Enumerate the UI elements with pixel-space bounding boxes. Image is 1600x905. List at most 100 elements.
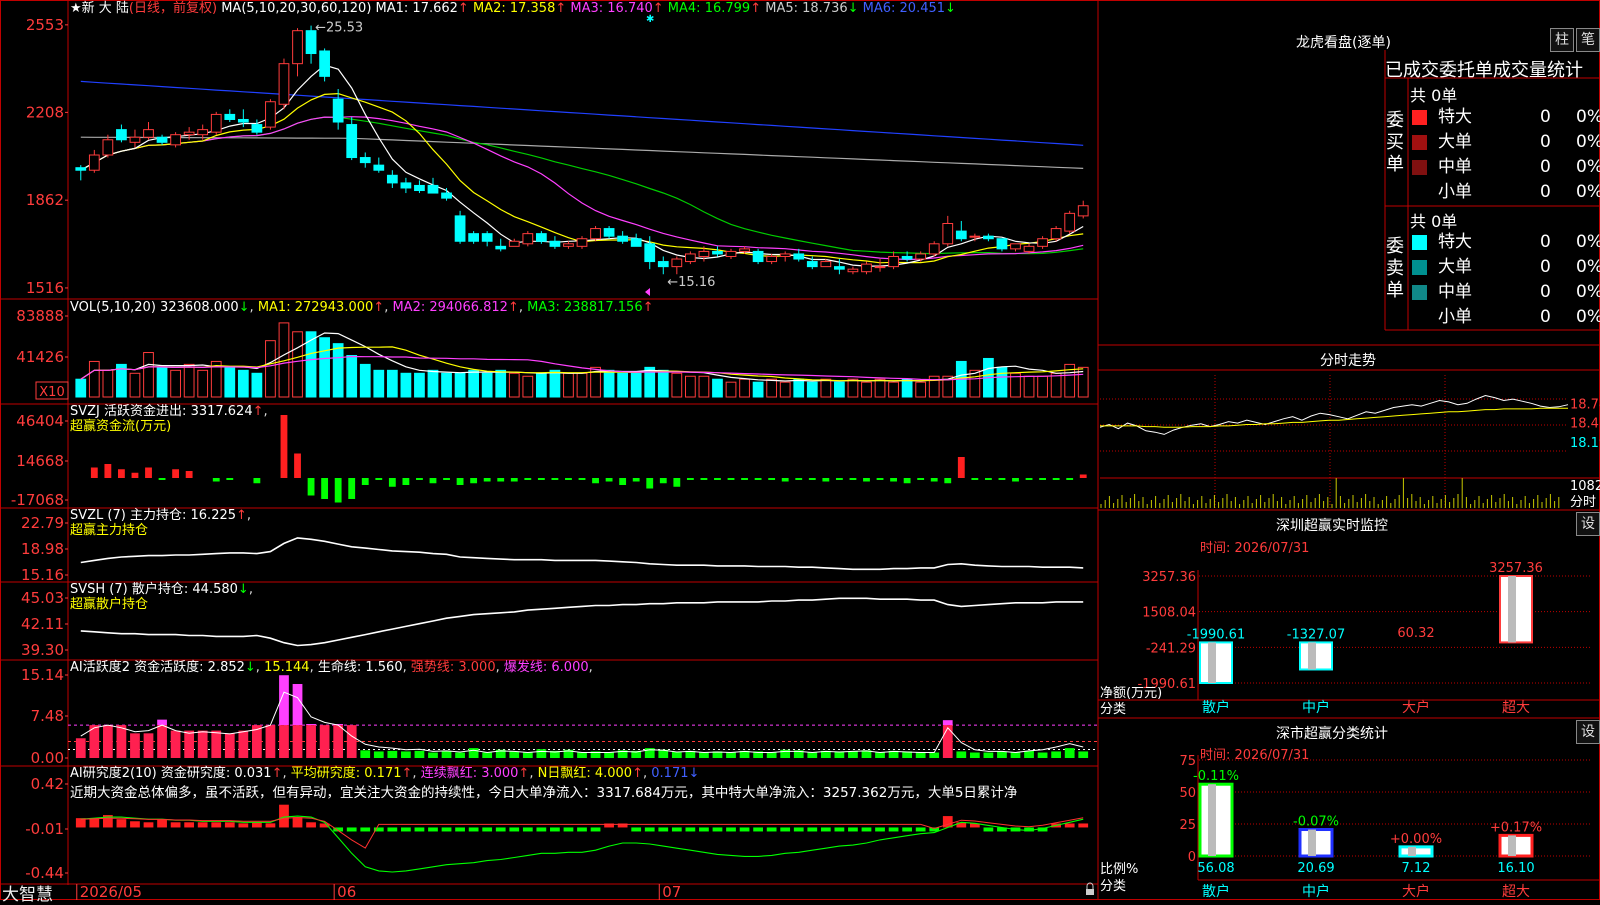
pct-category-label: 中户: [1302, 883, 1330, 900]
candle-body: [983, 235, 994, 240]
volume-bar: [725, 381, 737, 398]
order-color-swatch: [1412, 110, 1427, 125]
ai-bar: [306, 725, 316, 758]
vol-ma1-arrow: ↑: [373, 300, 385, 315]
aiy-bar: [983, 827, 994, 832]
volume-bar: [373, 369, 385, 398]
volume-bar: [88, 360, 100, 398]
volume-bar: [779, 381, 791, 398]
order-qty: 0: [1540, 182, 1551, 202]
flow-bar: [172, 469, 180, 478]
flow-sub: 超赢资金流(万元): [70, 419, 172, 434]
flow-bar: [646, 478, 654, 489]
flow-bar: [890, 478, 897, 482]
candle-body: [116, 129, 127, 141]
ai-bar-low: [1010, 752, 1021, 758]
chart-canvas[interactable]: 2553 2208 1862 1516 ←25.53 ←15.16 83888 41426 X1…: [0, 0, 1600, 900]
ai-bar-low: [482, 752, 493, 758]
flow-bar: [835, 478, 843, 480]
order-color-swatch: [1412, 135, 1427, 150]
aiy-arrow: ↑: [271, 766, 283, 781]
candle-body: [400, 182, 412, 189]
ai-bar-low: [428, 752, 438, 758]
flow-bar: [863, 478, 870, 482]
aiy-avg: 平均研究度: 0.171: [290, 766, 402, 781]
ai-bar: [224, 733, 235, 758]
bar-mode-button[interactable]: 柱: [1550, 28, 1574, 52]
tick-mode-button[interactable]: 笔: [1576, 28, 1600, 52]
candle-body: [1010, 243, 1021, 250]
volume-bar: [522, 375, 534, 398]
flow-bar: [361, 478, 369, 485]
aiy-value: 0.031: [234, 766, 272, 781]
order-size-label: 大单: [1438, 257, 1472, 277]
ma-arrow: ↓: [945, 1, 956, 16]
ai-bar-low: [387, 750, 398, 758]
ai-bar-low: [373, 751, 384, 758]
sell-label: 委卖单: [1386, 236, 1404, 301]
pct-settings-button[interactable]: 设: [1576, 720, 1600, 744]
price-tick-label: 2208: [26, 103, 64, 121]
candle-body: [603, 228, 615, 237]
volume-bar: [549, 369, 561, 398]
candle-body: [834, 266, 845, 270]
candle-body: [590, 228, 601, 240]
candle-body: [942, 223, 954, 245]
aiy-bar: [888, 827, 899, 832]
candle-body: [481, 233, 493, 242]
svzl-tick-label: 15.16: [21, 566, 64, 584]
stock-title[interactable]: ★新 大 陆: [70, 1, 129, 16]
ma-arrow: ↑: [652, 1, 664, 16]
order-size-label: 小单: [1438, 307, 1472, 327]
ma-arrow: ↑: [750, 1, 762, 16]
svsh-tick-label: 42.11: [21, 615, 64, 633]
ai-bar: [333, 725, 344, 758]
aiy-bar: [712, 827, 723, 832]
ai-bar-low: [509, 751, 520, 758]
candle-body: [359, 157, 371, 164]
order-pct: 0%: [1576, 282, 1600, 302]
svzl-label: 主力持仓:: [129, 508, 187, 523]
flow-bar: [185, 471, 193, 478]
candle-body: [806, 261, 818, 268]
aiy-tick-label: -0.01: [25, 820, 64, 838]
ma5-line: [80, 64, 1084, 267]
volume-bar: [1050, 372, 1062, 398]
ai-header: AI活跃度2 资金活跃度: 2.852↓, 15.144, 生命线: 1.560…: [70, 660, 593, 675]
intraday-tick-label: 18.74: [1570, 397, 1600, 412]
ai-bar-low: [956, 751, 967, 758]
sz-category-label: 散户: [1202, 699, 1230, 716]
aiy-bar: [861, 827, 872, 832]
order-pct: 0%: [1576, 307, 1600, 327]
flow-bar: [294, 453, 301, 478]
candle-body: [468, 233, 480, 242]
date-label: 06: [337, 883, 356, 900]
ma-arrow: ↑: [555, 1, 567, 16]
volume-bar: [197, 369, 209, 398]
sz-settings-button[interactable]: 设: [1576, 512, 1600, 536]
svzl-tick-label: 18.98: [21, 540, 64, 558]
aiy-bar: [387, 827, 398, 832]
candle-body: [861, 263, 872, 273]
ai-bar-low: [441, 750, 452, 758]
aiy-bar: [157, 819, 167, 828]
svsh-header: SVSH (7) 散户持仓: 44.580↓,: [70, 582, 253, 597]
ai-bar: [279, 725, 289, 758]
order-color-swatch: [1412, 185, 1427, 200]
aiy-bar: [455, 827, 465, 832]
sz-time: 时间: 2026/07/31: [1200, 541, 1310, 556]
ai-bar: [238, 730, 249, 758]
intraday-avg-line: [1100, 407, 1568, 428]
candle-body: [766, 255, 778, 263]
pct-bar-shade: [1408, 846, 1416, 856]
vol-ma3-arrow: ↑: [642, 300, 654, 315]
candle-body: [414, 184, 425, 192]
volume-bar: [386, 369, 398, 398]
candle-body: [969, 235, 981, 238]
aiy-bar: [170, 822, 181, 828]
period-label[interactable]: (日线，前复权): [129, 1, 217, 16]
flow-arrow: ↑: [252, 404, 264, 419]
pct-value-label: 56.08: [1197, 861, 1234, 876]
svsh-tick-label: 45.03: [21, 589, 64, 607]
svzl-tick-label: 22.79: [21, 514, 64, 532]
